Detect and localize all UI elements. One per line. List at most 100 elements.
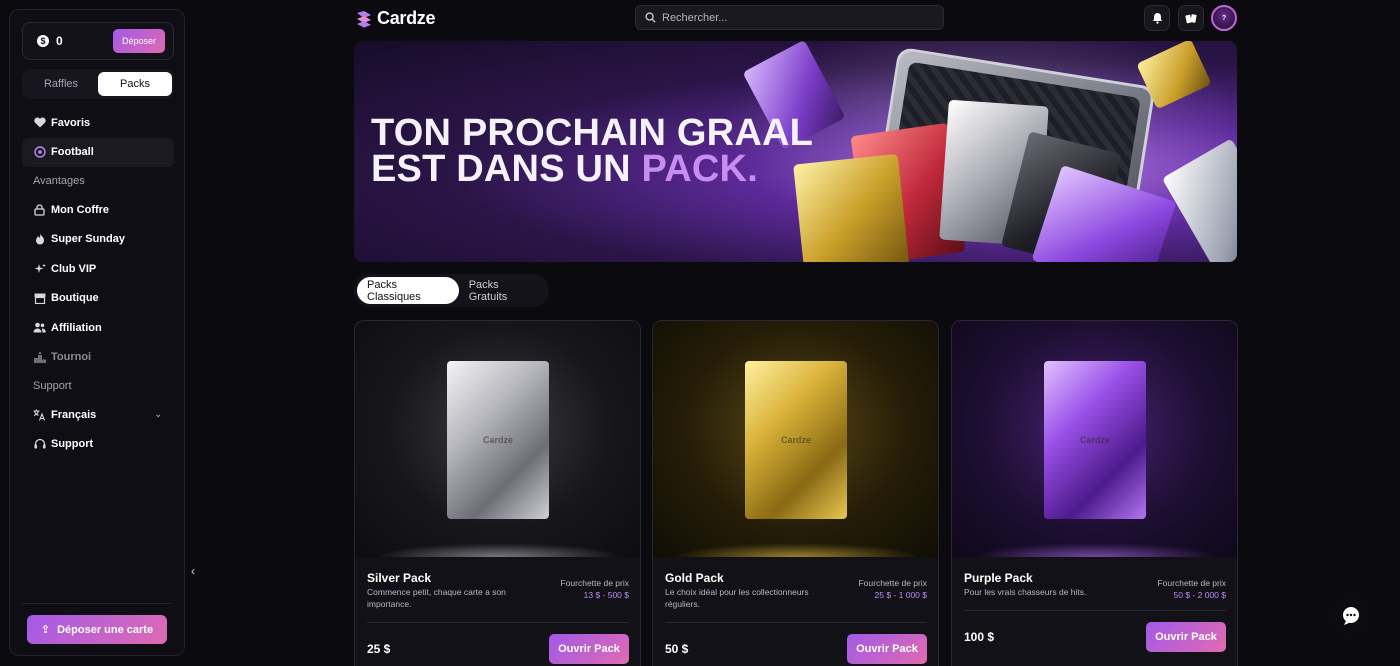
- pack-description: Pour les vrais chasseurs de hits.: [964, 587, 1087, 597]
- card-divider: [964, 610, 1226, 611]
- pack-image: Cardze: [952, 321, 1237, 557]
- mode-switch: Raffles Packs: [22, 69, 174, 99]
- wallet-balance: 0: [56, 34, 63, 48]
- store-icon: [33, 292, 46, 305]
- avatar[interactable]: ?: [1211, 5, 1237, 31]
- chat-icon: [1342, 606, 1359, 625]
- pack-brand: Cardze: [482, 435, 513, 445]
- section-benefits: Avantages: [33, 175, 85, 187]
- banner-headline: TON PROCHAIN GRAAL EST DANS UN PACK.: [371, 112, 814, 190]
- pack-name: Silver Pack: [367, 571, 432, 585]
- brand-name: Cardze: [377, 8, 436, 28]
- card-divider: [367, 622, 629, 623]
- users-icon: [33, 321, 46, 334]
- sidebar-item-label: Tournoi: [51, 351, 92, 364]
- open-pack-button[interactable]: Ouvrir Pack: [847, 634, 927, 664]
- brand-logo[interactable]: Cardze: [355, 8, 436, 29]
- sparkle-icon: [33, 262, 46, 275]
- sidebar-nav: Favoris Football Avantages Mon Coffre Su…: [22, 108, 174, 459]
- pack-price: 25 $: [367, 642, 391, 656]
- pack-card-gold[interactable]: Cardze Gold Pack Le choix idéal pour les…: [652, 320, 939, 666]
- pack-glow: [673, 543, 920, 557]
- card-divider: [665, 622, 927, 623]
- coin-icon: $: [37, 35, 49, 47]
- sidebar-item-label: Favoris: [51, 116, 91, 129]
- bell-icon: [1152, 13, 1162, 24]
- price-range: 50 $ - 2 000 $: [1173, 590, 1226, 600]
- section-support: Support: [33, 380, 72, 392]
- headset-icon: [33, 438, 46, 451]
- sidebar-item-favorites[interactable]: Favoris: [22, 108, 174, 138]
- chevron-down-icon: ⌄: [154, 409, 162, 420]
- logo-icon: [357, 10, 371, 27]
- pack-brand: Cardze: [1079, 435, 1110, 445]
- sidebar-item-label: Football: [51, 146, 94, 159]
- price-range: 13 $ - 500 $: [583, 590, 629, 600]
- headline-line-1: TON PROCHAIN GRAAL: [371, 112, 814, 154]
- sidebar-item-language[interactable]: Français ⌄: [22, 400, 174, 430]
- sidebar-divider: [22, 603, 172, 604]
- pack-image: Cardze: [355, 321, 640, 557]
- deposit-button[interactable]: Déposer: [113, 29, 165, 53]
- notifications-button[interactable]: [1144, 5, 1170, 31]
- tab-raffles[interactable]: Raffles: [24, 72, 98, 96]
- silver-pack-icon: Cardze: [447, 361, 549, 519]
- lock-icon: [33, 203, 46, 216]
- open-pack-button[interactable]: Ouvrir Pack: [1146, 622, 1226, 652]
- purple-pack-icon: Cardze: [1044, 361, 1146, 519]
- price-range-label: Fourchette de prix: [560, 578, 629, 588]
- price-range-label: Fourchette de prix: [858, 578, 927, 588]
- pack-glow: [972, 543, 1219, 557]
- pack-card-purple[interactable]: Cardze Purple Pack Pour les vrais chasse…: [951, 320, 1238, 666]
- sidebar-item-shop[interactable]: Boutique: [22, 284, 174, 314]
- sidebar-item-support[interactable]: Support: [22, 430, 174, 460]
- pack-price: 100 $: [964, 630, 995, 644]
- cards-icon: [1185, 13, 1197, 23]
- translate-icon: [33, 408, 46, 421]
- headline-line-2: EST DANS UN PACK.: [371, 148, 813, 190]
- upload-icon: ⇪: [40, 624, 51, 636]
- pack-image: Cardze: [653, 321, 938, 557]
- app-root: $ 0 Déposer Raffles Packs Favoris Footba…: [0, 0, 1400, 666]
- upload-card-button[interactable]: ⇪ Déposer une carte: [27, 615, 167, 644]
- pack-glow: [375, 543, 622, 557]
- tab-classic-packs[interactable]: Packs Classiques: [357, 277, 459, 304]
- search-bar[interactable]: [635, 5, 944, 30]
- sidebar-item-label: Super Sunday: [51, 233, 125, 246]
- search-input[interactable]: [662, 11, 922, 24]
- sidebar-item-label: Français: [51, 408, 97, 421]
- podium-icon: [33, 351, 46, 364]
- price-range: 25 $ - 1 000 $: [874, 590, 927, 600]
- chevron-left-icon[interactable]: ‹: [186, 562, 200, 580]
- pack-brand: Cardze: [780, 435, 811, 445]
- sidebar-item-football[interactable]: Football: [22, 137, 174, 167]
- fire-icon: [33, 233, 46, 246]
- search-icon: [645, 12, 656, 23]
- sidebar-item-affiliation[interactable]: Affiliation: [22, 313, 174, 343]
- sidebar: $ 0 Déposer Raffles Packs Favoris Footba…: [9, 9, 195, 656]
- sidebar-item-label: Club VIP: [51, 262, 97, 275]
- sidebar-item-label: Affiliation: [51, 321, 102, 334]
- pack-name: Gold Pack: [665, 571, 724, 585]
- wallet-box: $ 0 Déposer: [22, 22, 174, 60]
- pack-tabs: Packs Classiques Packs Gratuits: [354, 274, 549, 307]
- gold-pack-icon: Cardze: [745, 361, 847, 519]
- tab-free-packs[interactable]: Packs Gratuits: [459, 277, 546, 304]
- upload-card-label: Déposer une carte: [57, 623, 154, 636]
- headline-line-2-text: EST DANS UN: [371, 148, 642, 190]
- sidebar-item-super-sunday[interactable]: Super Sunday: [22, 225, 174, 255]
- football-icon: [33, 146, 46, 159]
- hero-banner[interactable]: TON PROCHAIN GRAAL EST DANS UN PACK.: [354, 41, 1237, 262]
- heart-icon: [33, 116, 46, 129]
- chat-launcher-button[interactable]: [1328, 593, 1373, 638]
- cards-button[interactable]: [1178, 5, 1204, 31]
- pack-description: Le choix idéal pour les collectionneurs …: [665, 587, 809, 609]
- sidebar-item-vault[interactable]: Mon Coffre: [22, 195, 174, 225]
- tab-packs[interactable]: Packs: [98, 72, 172, 96]
- open-pack-button[interactable]: Ouvrir Pack: [549, 634, 629, 664]
- price-range-label: Fourchette de prix: [1157, 578, 1226, 588]
- sidebar-item-club-vip[interactable]: Club VIP: [22, 254, 174, 284]
- sidebar-item-label: Boutique: [51, 292, 99, 305]
- sidebar-item-tournament[interactable]: Tournoi: [22, 343, 174, 373]
- pack-card-silver[interactable]: Cardze Silver Pack Commence petit, chaqu…: [354, 320, 641, 666]
